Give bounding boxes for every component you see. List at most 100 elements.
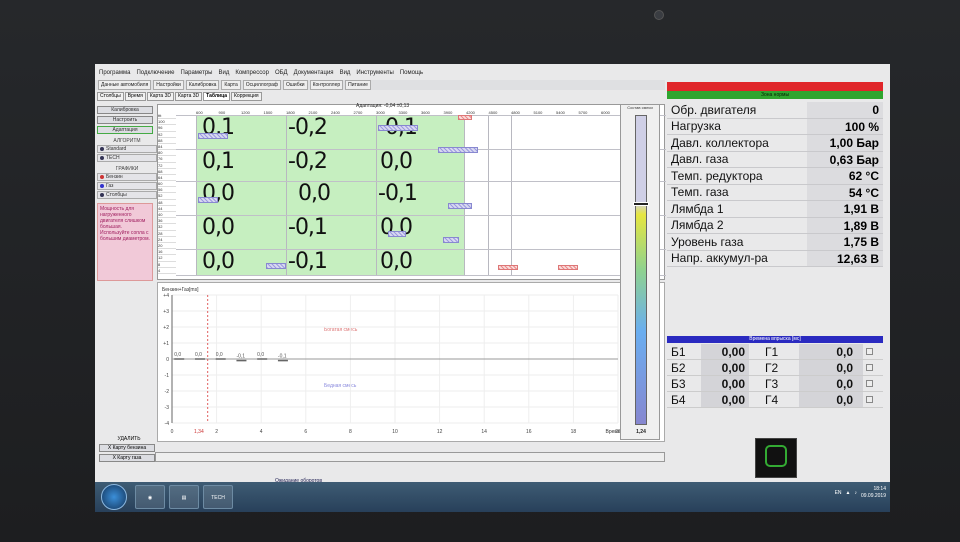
param-row: Нагрузка 100 % <box>667 118 883 135</box>
tab-columns[interactable]: Столбцы <box>97 92 124 101</box>
setup-button[interactable]: Настроить <box>97 116 153 124</box>
injector-checkbox[interactable] <box>866 348 873 355</box>
gauge-bar <box>635 115 647 425</box>
toolbar-button[interactable]: Калибровка <box>185 80 220 90</box>
date: 09.09.2019 <box>860 493 886 499</box>
algo-tech-radio[interactable]: TECH <box>97 154 157 162</box>
data-label: -0,1 <box>278 354 287 360</box>
grid-line <box>286 115 287 275</box>
network-icon[interactable]: ▲ <box>846 490 851 496</box>
param-row: Обр. двигателя 0 <box>667 102 883 119</box>
sample-bar <box>438 147 478 153</box>
delete-gas-map-button[interactable]: X Карту газа <box>99 454 155 462</box>
map-cell[interactable]: -0,2 <box>288 115 328 140</box>
green-indicator: Зона нормы <box>667 91 883 99</box>
calibration-button[interactable]: Калибровка <box>97 106 153 114</box>
petrol-dot-icon <box>100 175 104 179</box>
toolbar-button[interactable]: Настройки <box>153 80 184 90</box>
adaptation-map-grid: Адаптация: -0,04 ±0,13 600 900 1200 1500 180… <box>157 103 666 280</box>
injection-title: Времена впрыска [мс] <box>667 336 883 343</box>
windows-start-icon[interactable] <box>101 484 127 510</box>
graph-gas-toggle[interactable]: Газ <box>97 182 157 190</box>
y-tick-label: -4 <box>165 421 170 427</box>
taskbar-app-tech[interactable]: TECH <box>203 485 233 509</box>
data-label: 0,0 <box>174 352 181 358</box>
red-indicator <box>667 82 883 91</box>
parameter-list: Обр. двигателя 0 Нагрузка 100 % Давл. колл… <box>667 102 883 267</box>
tab-map-3d-2[interactable]: Карта 3D <box>174 92 203 101</box>
map-cell[interactable]: -0,1 <box>378 181 418 206</box>
gas-time: 0,0 <box>799 360 863 375</box>
map-cell[interactable]: -0,1 <box>288 249 328 274</box>
injector-checkbox[interactable] <box>866 380 873 387</box>
menu-item[interactable]: Параметры <box>180 70 212 80</box>
algo-standard-radio[interactable]: Standard <box>97 145 157 153</box>
graph-columns-toggle[interactable]: Столбцы <box>97 191 157 199</box>
language-indicator[interactable]: EN <box>835 490 842 496</box>
param-value: 100 % <box>807 118 883 134</box>
y-tick-label: -3 <box>165 405 170 411</box>
gas-dot-icon <box>100 184 104 188</box>
tab-map-3d[interactable]: Карта 3D <box>146 92 174 101</box>
taskbar: ◉ ▤ TECH EN ▲ ♪ 18:14 09.09.2019 <box>95 482 890 512</box>
volume-icon[interactable]: ♪ <box>854 490 857 496</box>
gas-switch-button[interactable] <box>755 438 797 478</box>
chart-canvas: +4+3+2+10-1-2-3-40 2 4 6 8 10 12 14 16 18 200,0 0,0… <box>163 293 621 435</box>
map-cell[interactable]: 0,0 <box>202 215 235 240</box>
adaptation-button[interactable]: Адаптация <box>97 126 153 134</box>
x-tick-label: 16 <box>526 429 532 435</box>
tab-correction[interactable]: Коррекция <box>231 92 262 101</box>
map-cell[interactable]: -0,2 <box>288 149 328 174</box>
x-tick-label: 4 <box>260 429 263 435</box>
menu-item[interactable]: Вид <box>340 70 351 80</box>
param-row: Уровень газа 1,75 В <box>667 234 883 251</box>
webcam-icon <box>654 10 664 20</box>
map-cell[interactable]: 0,0 <box>380 249 413 274</box>
clock[interactable]: 18:14 09.09.2019 <box>861 486 886 500</box>
gauge-marker[interactable] <box>633 201 649 206</box>
param-label: Темп. газа <box>671 185 729 200</box>
left-panel: Калибровка Настроить Адаптация АЛГОРИТМ … <box>97 104 157 464</box>
injector-checkbox[interactable] <box>866 364 873 371</box>
right-panel: Зона нормы Обр. двигателя 0 Нагрузка 100 %… <box>667 82 889 512</box>
chrome-icon[interactable]: ◉ <box>135 485 165 509</box>
menu-item[interactable]: Вид <box>218 70 229 80</box>
map-cell[interactable]: 0,0 <box>298 181 331 206</box>
menu-bar: Программа Подключение Параметры Вид Комп… <box>95 70 665 80</box>
toggle-label: Газ <box>106 183 114 189</box>
injector-checkbox[interactable] <box>866 396 873 403</box>
grid-line <box>511 115 512 275</box>
graph-petrol-toggle[interactable]: Бензин <box>97 173 157 181</box>
menu-item[interactable]: Инструменты <box>356 70 393 80</box>
gas-time: 0,0 <box>799 392 863 407</box>
toolbar-button[interactable]: Карта <box>221 80 241 90</box>
gas-time: 0,0 <box>799 376 863 391</box>
map-cell[interactable]: 0,1 <box>202 149 235 174</box>
map-cell[interactable]: 0,0 <box>202 249 235 274</box>
toolbar-button[interactable]: Ошибки <box>283 80 308 90</box>
menu-item[interactable]: Подключение <box>136 70 174 80</box>
time: 18:14 <box>873 486 886 492</box>
grid-line <box>488 115 489 275</box>
delete-petrol-map-button[interactable]: X Карту бензина <box>99 444 155 452</box>
tab-time[interactable]: Время <box>124 92 146 101</box>
toolbar-button[interactable]: Данные автомобиля <box>98 80 152 90</box>
param-label: Обр. двигателя <box>671 102 757 117</box>
map-cell[interactable]: -0,1 <box>288 215 328 240</box>
gas-label: Г2 <box>765 360 779 375</box>
data-label: 0,0 <box>195 352 202 358</box>
menu-item[interactable]: Компрессор <box>235 70 269 80</box>
menu-item[interactable]: Программа <box>99 70 130 80</box>
tab-table[interactable]: Таблица <box>203 92 230 101</box>
petrol-time: 0,00 <box>701 376 749 391</box>
toolbar-button[interactable]: Контроллер <box>309 80 344 90</box>
explorer-icon[interactable]: ▤ <box>169 485 199 509</box>
toolbar-button[interactable]: Питание <box>345 80 371 90</box>
menu-item[interactable]: Помощь <box>400 70 423 80</box>
map-cell[interactable]: 0,0 <box>380 149 413 174</box>
menu-item[interactable]: Документация <box>294 70 334 80</box>
toolbar-button[interactable]: Осциллограф <box>242 80 282 90</box>
menu-item[interactable]: ОБД <box>275 70 288 80</box>
x-tick-label: 6 <box>304 429 307 435</box>
param-value: 1,91 В <box>807 201 883 217</box>
